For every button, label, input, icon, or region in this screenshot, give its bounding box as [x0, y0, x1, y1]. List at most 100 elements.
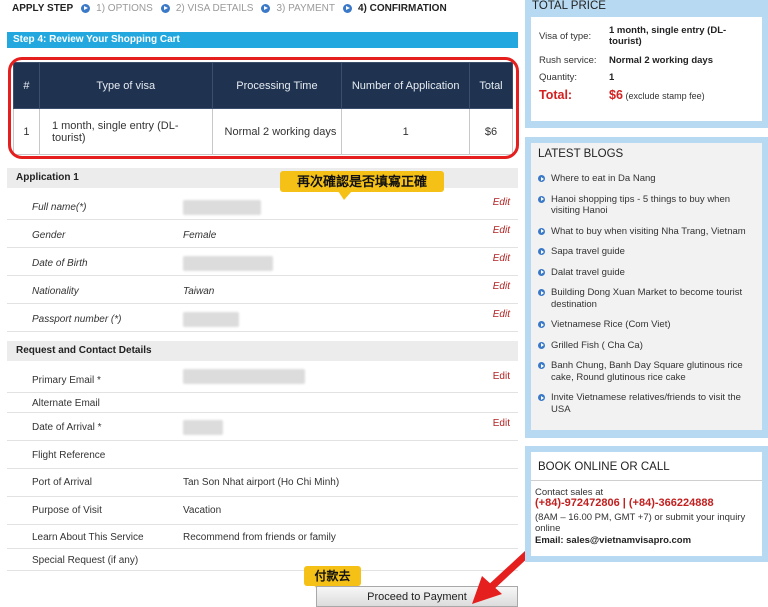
- arrow-right-icon: [538, 341, 545, 349]
- step-header: Step 4: Review Your Shopping Cart: [7, 32, 518, 48]
- redacted-primary-email: [183, 369, 305, 384]
- value-total: $6: [609, 88, 623, 102]
- label-rush-service: Rush service:: [539, 55, 597, 66]
- blog-item[interactable]: Vietnamese Rice (Com Viet): [538, 319, 756, 331]
- blog-link[interactable]: Sapa travel guide: [551, 246, 625, 257]
- label-date-of-birth: Date of Birth: [32, 258, 88, 269]
- section-request-contact: Request and Contact Details: [7, 341, 518, 361]
- sales-email[interactable]: Email: sales@vietnamvisapro.com: [535, 535, 755, 546]
- blog-link[interactable]: Building Dong Xuan Market to become tour…: [551, 287, 742, 310]
- value-port-of-arrival: Tan Son Nhat airport (Ho Chi Minh): [183, 477, 340, 488]
- label-gender: Gender: [32, 230, 66, 241]
- total-price-panel: TOTAL PRICE Visa of type: 1 month, singl…: [525, 0, 768, 128]
- arrow-right-icon: [538, 362, 545, 369]
- row-port-of-arrival: Port of Arrival Tan Son Nhat airport (Ho…: [7, 469, 518, 497]
- blog-link[interactable]: Where to eat in Da Nang: [551, 173, 656, 184]
- row-gender: Gender Female Edit: [7, 220, 518, 248]
- table-row: 1 1 month, single entry (DL-tourist) Nor…: [13, 108, 513, 155]
- blog-item[interactable]: Banh Chung, Banh Day Square glutinous ri…: [538, 360, 756, 383]
- sales-phones[interactable]: (+84)-972472806 | (+84)-366224888: [535, 498, 755, 509]
- value-rush-service: Normal 2 working days: [609, 55, 714, 66]
- row-purpose-of-visit: Purpose of Visit Vacation: [7, 497, 518, 525]
- blog-item[interactable]: What to buy when visiting Nha Trang, Vie…: [538, 226, 756, 238]
- cart-cell-total: $6: [469, 108, 513, 155]
- edit-date-of-arrival-link[interactable]: Edit: [493, 418, 510, 429]
- step-progress: APPLY STEP 1) OPTIONS 2) VISA DETAILS 3)…: [12, 1, 447, 15]
- edit-primary-email-link[interactable]: Edit: [493, 371, 510, 382]
- row-date-of-arrival: Date of Arrival * Edit: [7, 413, 518, 441]
- row-full-name: Full name(*) Edit: [7, 192, 518, 220]
- edit-gender-link[interactable]: Edit: [493, 225, 510, 236]
- row-learn-about-service: Learn About This Service Recommend from …: [7, 525, 518, 549]
- label-full-name: Full name(*): [32, 202, 87, 213]
- blog-link[interactable]: Invite Vietnamese relatives/friends to v…: [551, 392, 741, 415]
- label-date-of-arrival: Date of Arrival *: [32, 422, 102, 433]
- blog-link[interactable]: What to buy when visiting Nha Trang, Vie…: [551, 226, 746, 237]
- book-online-panel: BOOK ONLINE OR CALL Contact sales at (+8…: [525, 446, 768, 562]
- cart-cell-visa-type: 1 month, single entry (DL-tourist): [38, 108, 213, 155]
- value-gender: Female: [183, 230, 217, 241]
- cart-cell-number: 1: [13, 108, 40, 155]
- blog-item[interactable]: Hanoi shopping tips - 5 things to buy wh…: [538, 194, 756, 217]
- blog-link[interactable]: Dalat travel guide: [551, 267, 625, 278]
- row-alternate-email: Alternate Email: [7, 393, 518, 413]
- label-alternate-email: Alternate Email: [32, 398, 100, 409]
- value-nationality: Taiwan: [183, 286, 215, 297]
- table-header-row: # Type of visa Processing Time Number of…: [13, 62, 513, 109]
- column-header-processing-time: Processing Time: [211, 62, 343, 109]
- edit-nationality-link[interactable]: Edit: [493, 281, 510, 292]
- value-purpose-of-visit: Vacation: [183, 505, 222, 516]
- arrow-right-icon: [538, 394, 545, 401]
- total-price-title: TOTAL PRICE: [532, 0, 606, 12]
- arrow-right-icon: [538, 289, 545, 296]
- book-online-title: BOOK ONLINE OR CALL: [538, 461, 670, 473]
- column-header-number: #: [13, 62, 40, 109]
- blog-link[interactable]: Vietnamese Rice (Com Viet): [551, 319, 671, 330]
- redacted-date-of-arrival: [183, 420, 223, 435]
- label-flight-reference: Flight Reference: [32, 450, 106, 461]
- label-learn-about-service: Learn About This Service: [32, 532, 144, 543]
- step-payment[interactable]: 3) PAYMENT: [276, 3, 335, 14]
- value-learn-about-service: Recommend from friends or family: [183, 532, 336, 543]
- edit-date-of-birth-link[interactable]: Edit: [493, 253, 510, 264]
- total-wrap: $6 (exclude stamp fee): [609, 88, 705, 102]
- cart-cell-processing-time: Normal 2 working days: [211, 108, 343, 155]
- divider: [531, 480, 762, 481]
- value-visa-type: 1 month, single entry (DL-tourist): [609, 25, 727, 47]
- blog-item[interactable]: Building Dong Xuan Market to become tour…: [538, 287, 756, 310]
- arrow-right-icon: [538, 268, 545, 276]
- column-header-applications: Number of Application: [341, 62, 471, 109]
- shopping-cart-table: # Type of visa Processing Time Number of…: [13, 62, 513, 155]
- edit-full-name-link[interactable]: Edit: [493, 197, 510, 208]
- label-passport-number: Passport number (*): [32, 314, 122, 325]
- blog-item[interactable]: Grilled Fish ( Cha Ca): [538, 340, 756, 352]
- blog-item[interactable]: Invite Vietnamese relatives/friends to v…: [538, 392, 756, 415]
- step-options[interactable]: 1) OPTIONS: [96, 3, 153, 14]
- step-visa-details[interactable]: 2) VISA DETAILS: [176, 3, 254, 14]
- label-primary-email: Primary Email *: [32, 375, 101, 386]
- row-special-request: Special Request (if any): [7, 549, 518, 571]
- blog-link[interactable]: Hanoi shopping tips - 5 things to buy wh…: [551, 194, 730, 217]
- blog-item[interactable]: Dalat travel guide: [538, 267, 756, 279]
- arrow-right-icon: [160, 3, 170, 13]
- label-total: Total:: [539, 88, 573, 102]
- total-price-body: Visa of type: 1 month, single entry (DL-…: [531, 17, 762, 121]
- blog-item[interactable]: Where to eat in Da Nang: [538, 173, 756, 185]
- row-date-of-birth: Date of Birth Edit: [7, 248, 518, 276]
- redacted-full-name: [183, 200, 261, 215]
- label-quantity: Quantity:: [539, 72, 578, 83]
- label-special-request: Special Request (if any): [32, 555, 139, 566]
- latest-blogs-title: LATEST BLOGS: [538, 148, 624, 160]
- callout-review: 再次確認是否填寫正確: [280, 171, 444, 200]
- blog-item[interactable]: Sapa travel guide: [538, 246, 756, 258]
- row-passport-number: Passport number (*) Edit: [7, 304, 518, 332]
- label-nationality: Nationality: [32, 286, 79, 297]
- latest-blogs-panel: LATEST BLOGS Where to eat in Da Nang Han…: [525, 137, 768, 438]
- blog-link[interactable]: Banh Chung, Banh Day Square glutinous ri…: [551, 360, 743, 383]
- arrow-right-icon: [538, 175, 545, 182]
- column-header-visa-type: Type of visa: [38, 62, 213, 109]
- blog-link[interactable]: Grilled Fish ( Cha Ca): [551, 340, 643, 351]
- row-flight-reference: Flight Reference: [7, 441, 518, 469]
- redacted-passport-number: [183, 312, 239, 327]
- edit-passport-number-link[interactable]: Edit: [493, 309, 510, 320]
